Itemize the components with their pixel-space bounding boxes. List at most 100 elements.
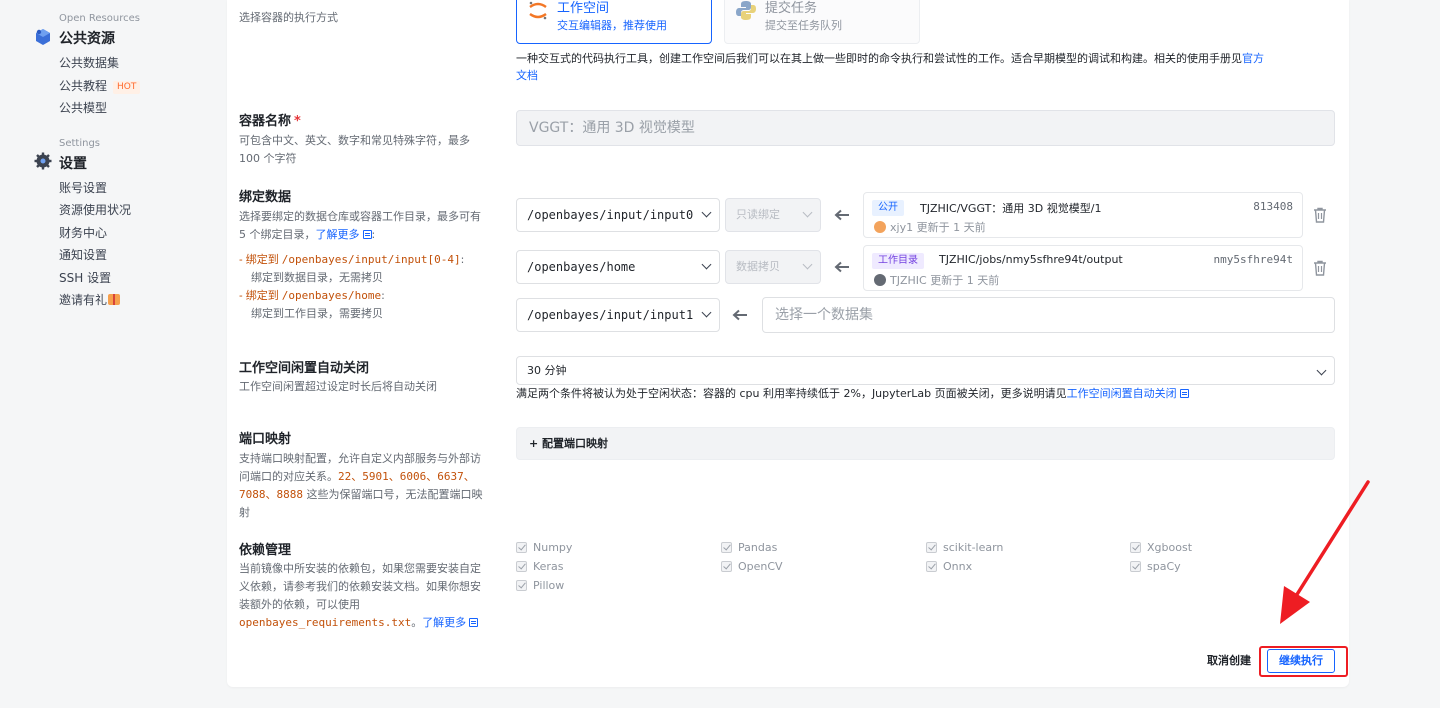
- container-name-desc-2: 100 个字符: [239, 152, 297, 165]
- dataset-search-input[interactable]: 选择一个数据集: [762, 297, 1335, 333]
- dataset-name: TJZHIC/jobs/nmy5sfhre94t/output: [939, 253, 1123, 266]
- bind-mode-select-2: 数据拷贝: [725, 250, 821, 284]
- dataset-updated: 更新于 1 天前: [916, 221, 986, 234]
- dep-pillow: Pillow: [516, 579, 564, 592]
- sidebar-item-account-settings[interactable]: 账号设置: [59, 179, 107, 196]
- task-type-title: 提交任务: [765, 1, 818, 16]
- trash-icon[interactable]: [1313, 207, 1327, 223]
- sidebar-item-invite[interactable]: 邀请有礼: [59, 291, 121, 308]
- cancel-create-button[interactable]: 取消创建: [1207, 652, 1251, 668]
- idle-note: 满足两个条件将被认为处于空闲状态：容器的 cpu 利用率持续低于 2%，Jupy…: [516, 385, 1189, 403]
- bind-path-value: /openbayes/input/input1: [527, 308, 694, 322]
- chevron-down-icon: [802, 207, 813, 218]
- sidebar: Open Resources 公共资源 公共数据集 公共教程 HOT 公共模型 S…: [0, 0, 226, 708]
- type-hint: 选择容器的执行方式: [239, 11, 338, 24]
- idle-note-text: 满足两个条件将被认为处于空闲状态：容器的 cpu 利用率持续低于 2%，Jupy…: [516, 387, 1067, 400]
- bind-data-label: 绑定数据: [239, 190, 292, 205]
- bind-rule-2-desc: 绑定到工作目录，需要拷贝: [251, 307, 383, 320]
- chevron-down-icon: [701, 307, 712, 318]
- avatar: [874, 274, 886, 286]
- sidebar-item-resource-usage[interactable]: 资源使用状况: [59, 201, 131, 218]
- bind-mode-value: 数据拷贝: [736, 260, 780, 273]
- bind-learn-more-text: 了解更多: [315, 228, 360, 241]
- bind-learn-more-link[interactable]: 了解更多: [316, 228, 372, 241]
- jupyter-icon: [529, 1, 547, 20]
- dep-opencv: OpenCV: [721, 560, 783, 573]
- official-docs-link-text[interactable]: 文档: [516, 69, 538, 82]
- avatar: [874, 221, 886, 233]
- workdir-badge: 工作目录: [872, 253, 924, 269]
- public-badge: 公开: [872, 200, 904, 216]
- bind-rule-1-prefix: - 绑定到: [239, 254, 282, 266]
- dataset-user: TJZHIC: [890, 274, 927, 287]
- checkbox-checked-disabled: [926, 542, 937, 553]
- sidebar-item-ssh[interactable]: SSH 设置: [59, 269, 111, 286]
- dep-xgboost: Xgboost: [1130, 541, 1192, 554]
- dep-label: Numpy: [533, 541, 573, 554]
- dataset-name: TJZHIC/VGGT：通用 3D 视觉模型/1: [920, 202, 1102, 215]
- python-icon: [736, 1, 756, 20]
- configure-port-mapping-button[interactable]: + 配置端口映射: [516, 427, 1335, 460]
- dep-label: Keras: [533, 560, 564, 573]
- annotation-arrow-icon: [1280, 480, 1370, 624]
- checkbox-checked-disabled: [1130, 542, 1141, 553]
- container-name-label: 容器名称 *: [239, 110, 301, 129]
- gift-icon: [108, 294, 121, 305]
- dep-onnx: Onnx: [926, 560, 972, 573]
- ports-desc-3: 7088、8888 这些为保留端口号，无法配置端口映: [239, 486, 482, 504]
- dataset-user: xjy1: [890, 221, 914, 234]
- dataset-id: 813408: [1253, 200, 1293, 213]
- dataset-id: nmy5sfhre94t: [1213, 253, 1293, 266]
- sidebar-item-public-tutorials[interactable]: 公共教程 HOT: [59, 77, 141, 94]
- bind-rule-2-prefix: - 绑定到: [239, 290, 282, 302]
- bind-rule-1-path: /openbayes/input/input[0-4]: [281, 253, 461, 266]
- dep-numpy: Numpy: [516, 541, 572, 554]
- dep-pandas: Pandas: [721, 541, 777, 554]
- checkbox-checked-disabled: [516, 561, 527, 572]
- sidebar-item-notifications[interactable]: 通知设置: [59, 246, 107, 263]
- workspace-description-text: 一种交互式的代码执行工具，创建工作空间后我们可以在其上做一些即时的命令执行和尝试…: [516, 52, 1242, 65]
- dep-label: spaCy: [1147, 560, 1181, 573]
- dep-label: Onnx: [943, 560, 973, 573]
- trash-icon[interactable]: [1313, 260, 1327, 276]
- dep-label: Xgboost: [1147, 541, 1193, 554]
- checkbox-checked-disabled: [516, 542, 527, 553]
- dataset-meta: TJZHIC 更新于 1 天前: [874, 272, 999, 288]
- task-type-card[interactable]: 提交任务 提交至任务队列: [724, 0, 920, 44]
- idle-timeout-select[interactable]: 30 分钟: [516, 356, 1335, 385]
- bind-rule-2-path: /openbayes/home: [281, 289, 382, 302]
- bind-rule-1-colon: :: [460, 253, 465, 266]
- sidebar-item-finance[interactable]: 财务中心: [59, 224, 107, 241]
- deps-learn-more-link[interactable]: 了解更多: [422, 616, 479, 629]
- bind-data-desc-2: 5 个绑定目录，了解更多:: [239, 226, 375, 244]
- sidebar-item-public-models[interactable]: 公共模型: [59, 99, 107, 116]
- official-docs-link-cont[interactable]: 文档: [516, 67, 538, 85]
- chevron-down-icon: [802, 259, 813, 270]
- bind-rule-2-colon: :: [381, 289, 385, 302]
- container-name-desc-1: 可包含中文、英文、数字和常见特殊字符，最多: [239, 134, 470, 147]
- workspace-type-subtitle: 交互编辑器，推荐使用: [557, 19, 667, 32]
- checkbox-checked-disabled: [926, 561, 937, 572]
- dep-label: Pillow: [533, 579, 565, 592]
- idle-doc-link[interactable]: 工作空间闲置自动关闭: [1067, 387, 1189, 400]
- workspace-type-card[interactable]: 工作空间 交互编辑器，推荐使用: [516, 0, 712, 44]
- bind-path-select-2[interactable]: /openbayes/home: [516, 250, 720, 284]
- bound-dataset-card-1[interactable]: 公开 TJZHIC/VGGT：通用 3D 视觉模型/1 813408 xjy1 …: [863, 192, 1303, 238]
- bind-path-select-3[interactable]: /openbayes/input/input1: [516, 298, 720, 332]
- deps-desc-3: 装额外的依赖，可以使用: [239, 598, 360, 611]
- dataset-meta: xjy1 更新于 1 天前: [874, 219, 986, 235]
- deps-desc-2: 义依赖，请参考我们的依赖安装文档。如果你想安: [239, 580, 481, 593]
- task-type-subtitle: 提交至任务队列: [765, 19, 842, 32]
- sidebar-item-public-datasets[interactable]: 公共数据集: [59, 54, 119, 71]
- hot-badge: HOT: [113, 81, 141, 94]
- idle-timeout-value: 30 分钟: [527, 364, 567, 377]
- official-docs-link[interactable]: 官方: [1242, 52, 1264, 65]
- chevron-down-icon: [701, 207, 712, 218]
- checkbox-checked-disabled: [721, 542, 732, 553]
- settings-title: 设置: [59, 156, 87, 172]
- required-mark: *: [294, 114, 301, 129]
- bind-path-select-1[interactable]: /openbayes/input/input0: [516, 198, 720, 232]
- bound-dataset-card-2[interactable]: 工作目录 TJZHIC/jobs/nmy5sfhre94t/output nmy…: [863, 245, 1303, 291]
- container-name-label-text: 容器名称: [239, 114, 292, 129]
- dep-keras: Keras: [516, 560, 563, 573]
